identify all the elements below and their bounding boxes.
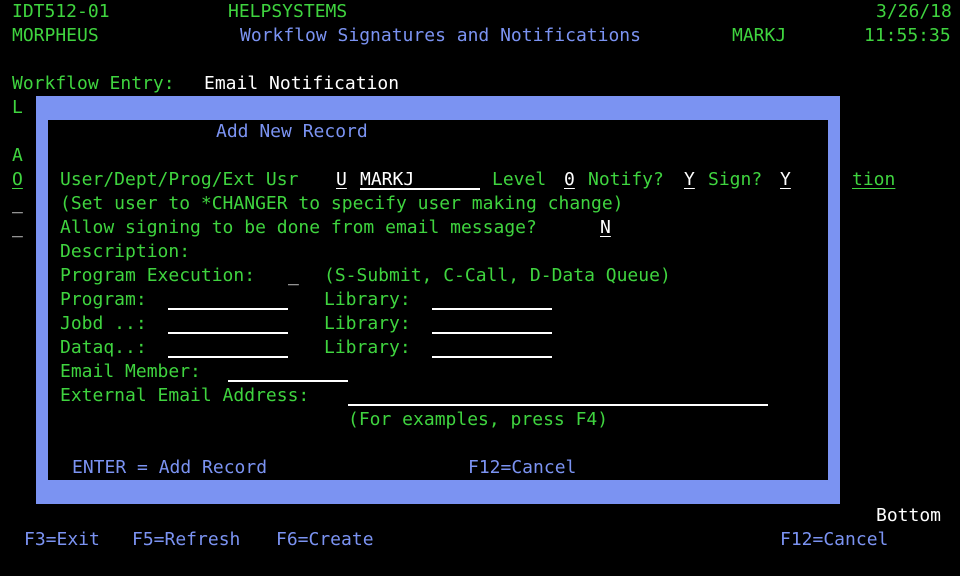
background-char: L: [12, 97, 23, 118]
jobd-label: Jobd ..:: [60, 313, 147, 334]
time: 11:55:35: [864, 25, 951, 46]
level-field[interactable]: 0: [564, 168, 575, 192]
popup-title: Add New Record: [216, 121, 368, 142]
f12-cancel-key[interactable]: F12=Cancel: [780, 528, 888, 552]
sign-field[interactable]: Y: [780, 168, 791, 192]
sign-label: Sign?: [708, 169, 763, 190]
background-char: A: [12, 145, 23, 166]
program-library-label: Library:: [324, 289, 411, 310]
email-member-input[interactable]: [228, 360, 348, 382]
dataq-library-input[interactable]: [432, 336, 552, 358]
date: 3/26/18: [876, 1, 952, 22]
dataq-library-label: Library:: [324, 337, 411, 358]
user-field-value: MARKJ: [360, 169, 415, 190]
dataq-input[interactable]: [168, 336, 288, 358]
jobd-library-label: Library:: [324, 313, 411, 334]
user-field[interactable]: MARKJ: [360, 168, 480, 190]
user-name: MARKJ: [732, 25, 787, 46]
description-label: Description:: [60, 241, 191, 262]
user-type-field[interactable]: U: [336, 168, 347, 192]
f5-refresh-key[interactable]: F5=Refresh: [132, 528, 240, 552]
background-option-field[interactable]: _: [12, 192, 23, 216]
popup-cancel-key[interactable]: F12=Cancel: [468, 456, 576, 480]
program-execution-label: Program Execution:: [60, 265, 256, 286]
user-type-label: User/Dept/Prog/Ext Usr: [60, 169, 299, 190]
external-email-input[interactable]: [348, 384, 768, 406]
background-option-link[interactable]: O: [12, 168, 23, 192]
program-execution-hint: (S-Submit, C-Call, D-Data Queue): [324, 265, 671, 286]
level-label: Level: [492, 169, 547, 190]
screen-title: Workflow Signatures and Notifications: [240, 25, 641, 46]
f3-exit-key[interactable]: F3=Exit: [24, 528, 100, 552]
notify-label: Notify?: [588, 169, 664, 190]
f6-create-key[interactable]: F6=Create: [276, 528, 374, 552]
dataq-label: Dataq..:: [60, 337, 147, 358]
external-email-label: External Email Address:: [60, 385, 310, 406]
background-column-heading: tion: [852, 169, 896, 190]
allow-signing-label: Allow signing to be done from email mess…: [60, 217, 537, 238]
program-label: Program:: [60, 289, 147, 310]
program-execution-field[interactable]: _: [288, 264, 299, 288]
system-name: MORPHEUS: [12, 25, 99, 46]
workflow-entry-label: Workflow Entry:: [12, 73, 175, 94]
screen-id: IDT512-01: [12, 1, 110, 22]
email-member-label: Email Member:: [60, 361, 201, 382]
workflow-entry-value: Email Notification: [204, 73, 400, 94]
allow-signing-field[interactable]: N: [600, 216, 611, 240]
notify-field[interactable]: Y: [684, 168, 695, 192]
company-name: HELPSYSTEMS: [228, 1, 348, 22]
program-input[interactable]: [168, 288, 288, 310]
changer-hint: (Set user to *CHANGER to specify user ma…: [60, 193, 624, 214]
jobd-library-input[interactable]: [432, 312, 552, 334]
enter-add-record-key[interactable]: ENTER = Add Record: [72, 456, 267, 480]
jobd-input[interactable]: [168, 312, 288, 334]
examples-hint: (For examples, press F4): [348, 409, 609, 430]
background-option-field[interactable]: _: [12, 216, 23, 240]
bottom-indicator: Bottom: [876, 505, 942, 526]
program-library-input[interactable]: [432, 288, 552, 310]
